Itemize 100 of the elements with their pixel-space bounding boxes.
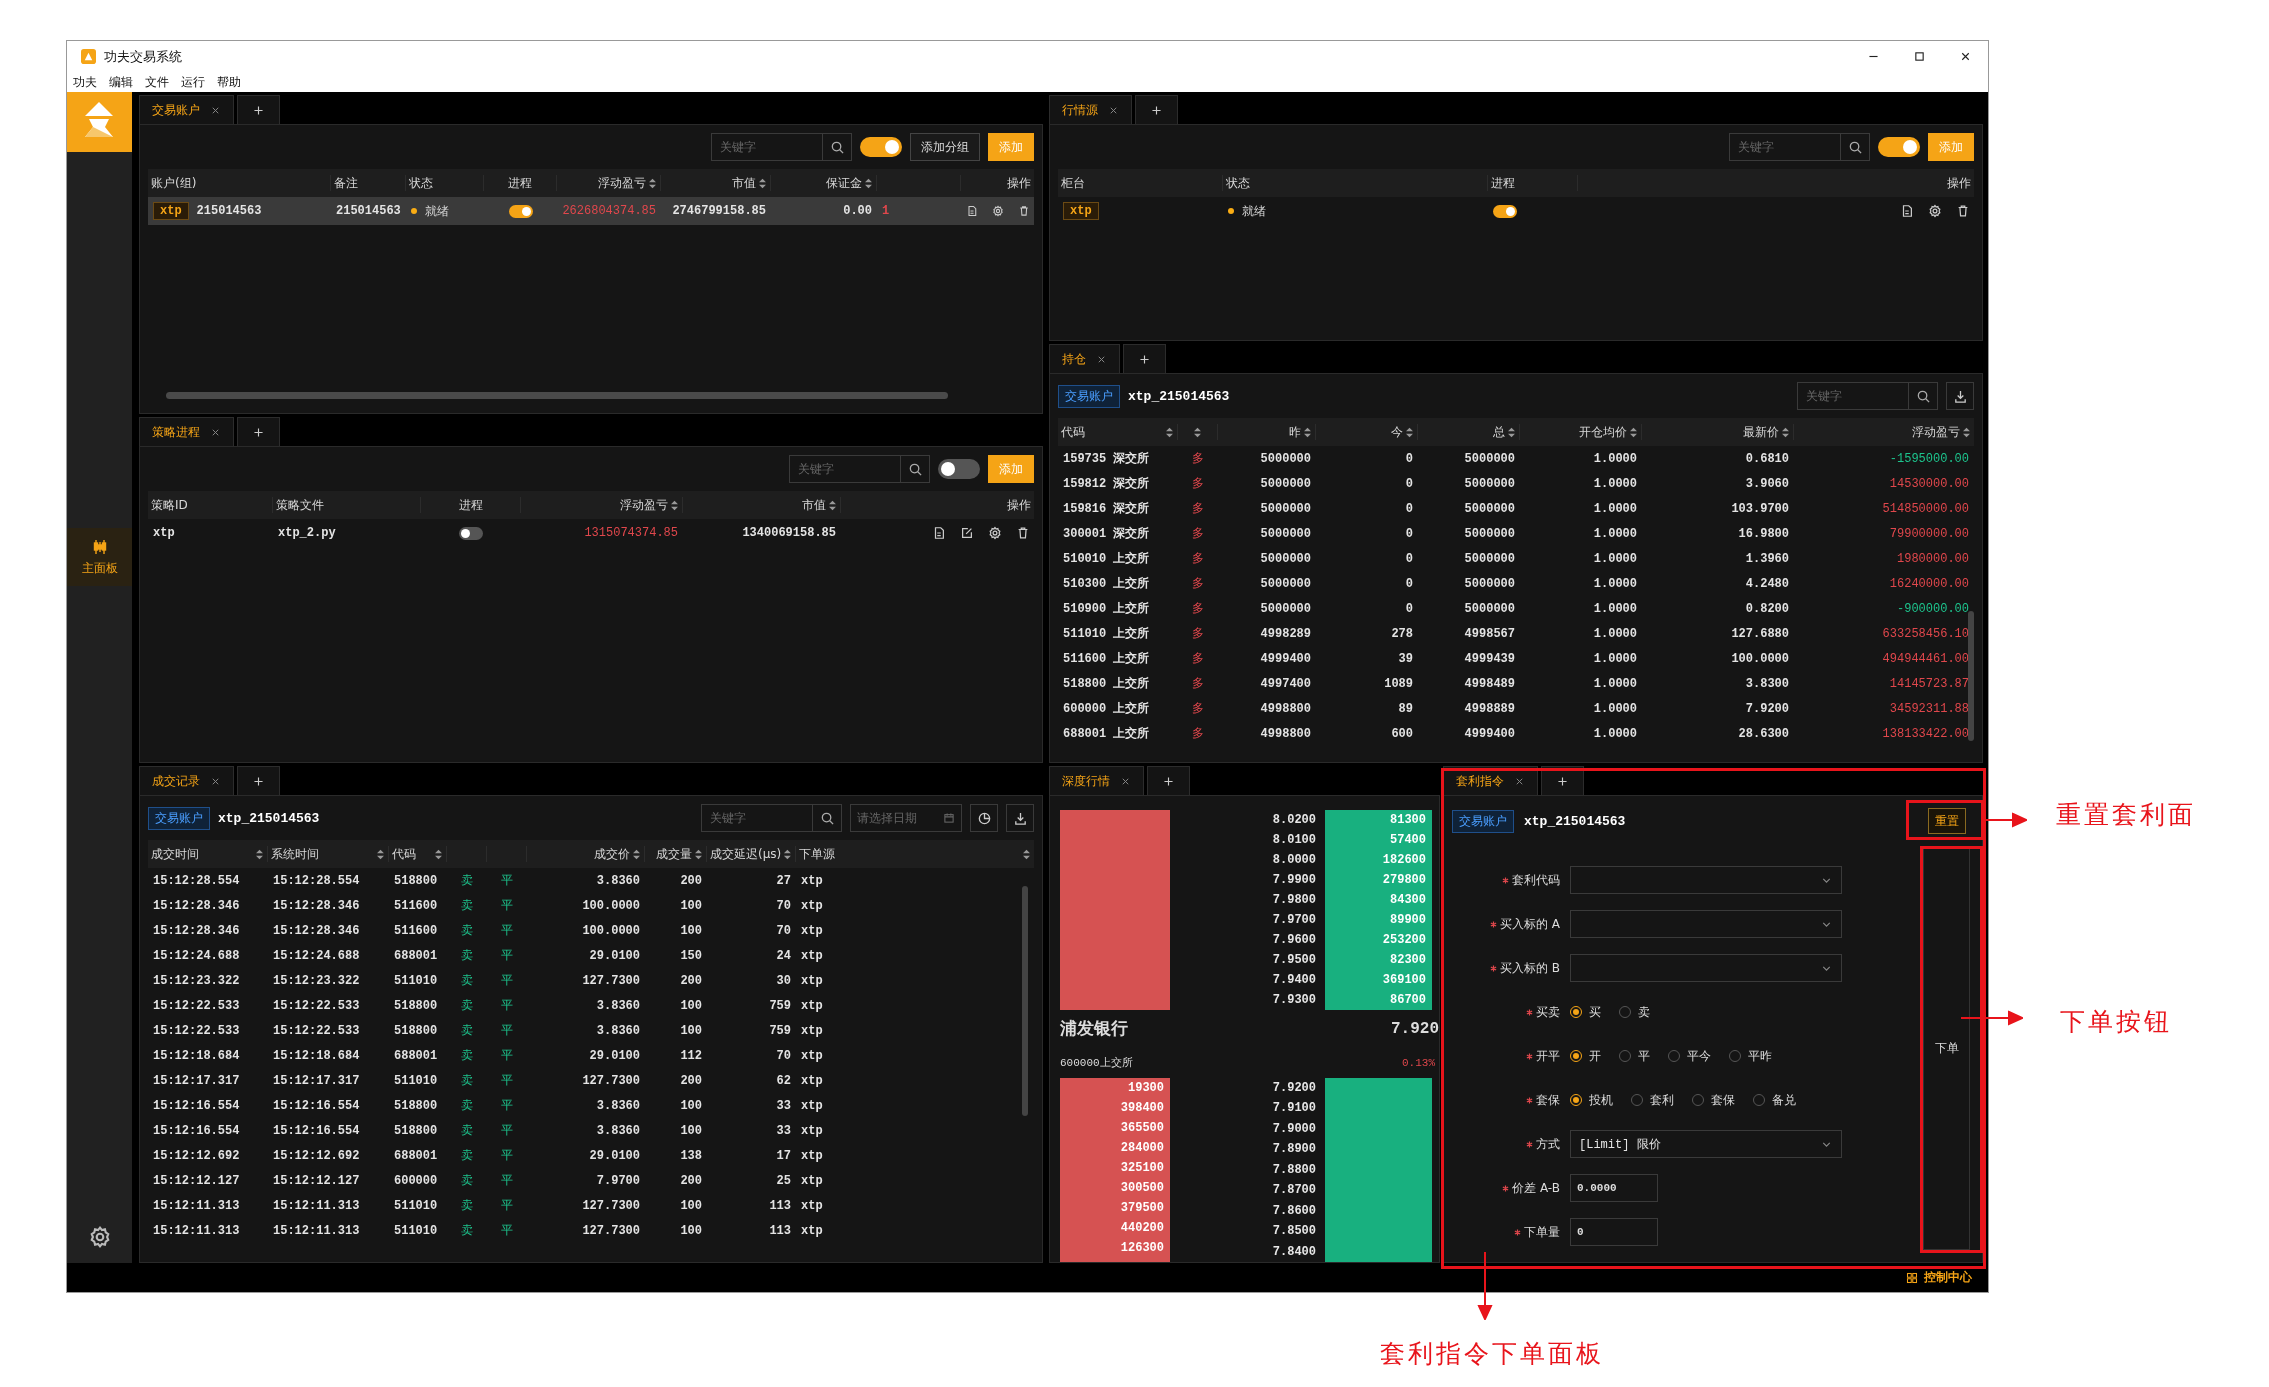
dropdown-field[interactable] — [1570, 954, 1842, 982]
radio-option[interactable]: 平今 — [1668, 1047, 1711, 1065]
panel-tab[interactable]: 策略进程 — [139, 417, 234, 446]
search-icon — [1847, 139, 1863, 155]
toggle-switch[interactable] — [459, 526, 483, 540]
table-cell-text: 3.8300 — [1744, 676, 1790, 691]
table-cell-text: 平 — [500, 922, 514, 939]
sort-icon[interactable] — [1022, 847, 1031, 861]
sort-icon[interactable] — [1781, 425, 1790, 439]
radio-option[interactable]: 投机 — [1570, 1091, 1613, 1109]
reset-button[interactable]: 重置 — [1928, 808, 1966, 834]
radio-option[interactable]: 平 — [1619, 1047, 1650, 1065]
trash-icon[interactable] — [1018, 204, 1030, 218]
sort-icon[interactable] — [670, 498, 679, 512]
menu-item[interactable]: 编辑 — [109, 73, 133, 91]
trash-icon[interactable] — [1956, 204, 1970, 218]
scrollbar[interactable] — [166, 392, 948, 399]
sort-icon[interactable] — [694, 847, 703, 861]
search-field[interactable]: 关键字 — [789, 455, 901, 483]
toggle-switch[interactable] — [860, 137, 902, 157]
sort-icon[interactable] — [1165, 425, 1174, 439]
search-button[interactable] — [1840, 133, 1870, 161]
dropdown-field[interactable]: [Limit] 限价 — [1570, 1130, 1842, 1158]
sort-icon[interactable] — [828, 498, 837, 512]
download-button[interactable] — [1006, 804, 1034, 832]
sort-icon[interactable] — [1629, 425, 1638, 439]
panel-tab[interactable]: 深度行情 — [1049, 766, 1144, 795]
table-cell-text: 平 — [500, 1172, 514, 1189]
panel-tab[interactable]: 持仓 — [1049, 344, 1120, 373]
toggle-switch[interactable] — [508, 204, 533, 218]
panel-tab[interactable]: 成交记录 — [139, 766, 234, 795]
toggle-switch[interactable] — [938, 459, 980, 479]
search-button[interactable] — [1908, 382, 1938, 410]
panel-tab[interactable]: 交易账户 — [139, 95, 234, 124]
menu-item[interactable]: 文件 — [145, 73, 169, 91]
search-button[interactable] — [900, 455, 930, 483]
settings-icon[interactable] — [988, 526, 1002, 540]
radio-option[interactable]: 开 — [1570, 1047, 1601, 1065]
edit-icon[interactable] — [960, 526, 974, 540]
sort-icon[interactable] — [783, 847, 792, 861]
radio-option[interactable]: 套利 — [1631, 1091, 1674, 1109]
table-cell-text: 15:12:12.127 — [152, 1173, 241, 1188]
sort-icon[interactable] — [864, 176, 873, 190]
sort-icon[interactable] — [1405, 425, 1414, 439]
table-cell-text: 1.0000 — [1592, 726, 1638, 741]
table-cell-text: 3.8360 — [595, 1098, 641, 1113]
text-field[interactable]: 0 — [1570, 1218, 1658, 1246]
sort-icon[interactable] — [434, 847, 443, 861]
control-center-link[interactable]: 控制中心 — [1924, 1269, 1972, 1286]
sort-icon[interactable] — [758, 176, 767, 190]
table-cell-text: xtp — [800, 898, 824, 913]
search-field[interactable]: 关键字 — [701, 804, 813, 832]
sort-icon[interactable] — [648, 176, 657, 190]
sidebar-item[interactable]: 主面板 — [67, 528, 132, 586]
file-icon[interactable] — [1900, 204, 1914, 218]
menu-item[interactable]: 帮助 — [217, 73, 241, 91]
order-button[interactable]: 下单 — [1923, 846, 1970, 1250]
toggle-switch[interactable] — [1878, 137, 1920, 157]
table-cell-text: 平 — [500, 1047, 514, 1064]
radio-option[interactable]: 平昨 — [1729, 1047, 1772, 1065]
scrollbar[interactable] — [1968, 611, 1974, 741]
field-label: 下单量 — [1524, 1223, 1560, 1241]
sort-icon[interactable] — [1193, 425, 1202, 439]
toggle-switch[interactable] — [1493, 204, 1517, 218]
panel-tab[interactable]: 行情源 — [1049, 95, 1132, 124]
dropdown-field[interactable] — [1570, 866, 1842, 894]
table-row[interactable]: xtp 215014563 215014563 就绪 2626804374.85 2746799158.85 0.00 1 — [148, 197, 1034, 225]
sort-icon[interactable] — [632, 847, 641, 861]
sort-icon[interactable] — [255, 847, 264, 861]
download-button[interactable] — [1946, 382, 1974, 410]
search-field[interactable]: 关键字 — [711, 133, 823, 161]
add-group-button[interactable]: 添加分组 — [910, 133, 980, 161]
sort-icon[interactable] — [376, 847, 385, 861]
dropdown-field[interactable] — [1570, 910, 1842, 938]
trash-icon[interactable] — [1016, 526, 1030, 540]
search-button[interactable] — [812, 804, 842, 832]
column-header: 系统时间 — [271, 845, 319, 863]
search-field[interactable]: 关键字 — [1797, 382, 1909, 410]
scrollbar[interactable] — [1022, 886, 1028, 1116]
sort-icon[interactable] — [1962, 425, 1971, 439]
table-cell-text: 127.7300 — [581, 973, 641, 988]
search-field[interactable]: 关键字 — [1729, 133, 1841, 161]
column-header: 策略ID — [151, 496, 188, 514]
radio-option[interactable]: 卖 — [1619, 1003, 1650, 1021]
radio-option[interactable]: 买 — [1570, 1003, 1601, 1021]
search-button[interactable] — [822, 133, 852, 161]
menu-item[interactable]: 运行 — [181, 73, 205, 91]
menu-item[interactable]: 功夫 — [73, 73, 97, 91]
table-cell-text: 3.8360 — [595, 1023, 641, 1038]
text-field[interactable]: 0.0000 — [1570, 1174, 1658, 1202]
file-icon[interactable] — [966, 204, 978, 218]
sort-icon[interactable] — [1507, 425, 1516, 439]
file-icon[interactable] — [932, 526, 946, 540]
settings-icon[interactable] — [1928, 204, 1942, 218]
date-field[interactable]: 请选择日期 — [850, 804, 962, 832]
chart-button[interactable] — [970, 804, 998, 832]
sort-icon[interactable] — [1303, 425, 1312, 439]
radio-option[interactable]: 备兑 — [1753, 1091, 1796, 1109]
radio-option[interactable]: 套保 — [1692, 1091, 1735, 1109]
settings-icon[interactable] — [992, 204, 1004, 218]
